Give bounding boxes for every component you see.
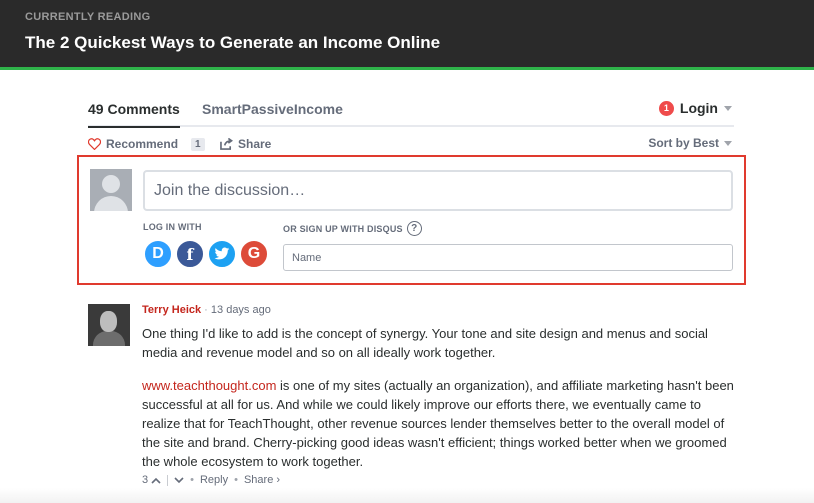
avatar [90, 169, 132, 211]
share-icon [220, 138, 233, 150]
share-label: Share [238, 137, 272, 151]
signup-label: OR SIGN UP WITH DISQUS [283, 223, 403, 234]
twitter-bird-glyph [214, 247, 230, 260]
reply-button[interactable]: Reply [200, 474, 228, 486]
recommend-button[interactable]: Recommend 1 [88, 137, 205, 151]
comment-meta: Terry Heick · 13 days ago [142, 304, 271, 316]
chevron-down-icon [174, 476, 184, 483]
avatar[interactable] [88, 304, 130, 346]
currently-reading-label: CURRENTLY READING [25, 11, 151, 23]
login-label: Login [679, 100, 718, 116]
name-field[interactable] [283, 244, 733, 271]
share-thread-button[interactable]: Share [220, 137, 271, 151]
social-login-buttons: D f G [143, 239, 269, 269]
comment-composer: LOG IN WITH D f G OR SIGN UP WITH DISQUS… [77, 155, 746, 285]
tab-community[interactable]: SmartPassiveIncome [202, 101, 343, 117]
comment-paragraph: One thing I'd like to add is the concept… [142, 326, 708, 360]
twitter-icon[interactable] [207, 239, 237, 269]
heart-icon [88, 138, 101, 150]
comment-time[interactable]: 13 days ago [211, 304, 271, 316]
article-title[interactable]: The 2 Quickest Ways to Generate an Incom… [25, 33, 440, 53]
tab-comments[interactable]: 49 Comments [88, 101, 180, 128]
scroll-fade [0, 488, 814, 503]
notification-badge: 1 [658, 100, 674, 116]
upvote-button[interactable]: 3 [142, 474, 161, 486]
discussion-input[interactable] [143, 170, 733, 211]
login-menu[interactable]: 1 Login [658, 100, 732, 116]
login-with-label: LOG IN WITH [143, 222, 202, 232]
recommend-label: Recommend [106, 137, 179, 151]
comment-link[interactable]: www.teachthought.com [142, 378, 276, 393]
recommend-count: 1 [191, 137, 205, 151]
chevron-down-icon [724, 105, 732, 111]
signup-row: OR SIGN UP WITH DISQUS ? [283, 221, 422, 236]
comment-paragraph: www.teachthought.com is one of my sites … [142, 376, 738, 471]
sort-label: Sort by Best [648, 136, 719, 150]
comment-body: Terry Heick · 13 days ago One thing I'd … [142, 304, 738, 486]
comment-author[interactable]: Terry Heick [142, 304, 201, 316]
google-icon[interactable]: G [239, 239, 269, 269]
downvote-button[interactable] [174, 476, 184, 484]
disqus-icon[interactable]: D [143, 239, 173, 269]
share-comment-button[interactable]: Share › [244, 474, 280, 486]
help-icon[interactable]: ? [406, 221, 422, 236]
comment-footer: 3 • Reply • Share › [142, 474, 281, 486]
disqus-tabs: 49 Comments SmartPassiveIncome 1 Login [88, 96, 734, 128]
facebook-icon[interactable]: f [175, 239, 205, 269]
chevron-down-icon [724, 140, 732, 146]
sort-dropdown[interactable]: Sort by Best [648, 136, 732, 150]
chevron-up-icon [151, 477, 161, 484]
vote-count: 3 [142, 474, 149, 486]
thread-actions: Recommend 1 Share Sort by Best [88, 136, 734, 154]
header-bar: CURRENTLY READING The 2 Quickest Ways to… [0, 0, 814, 70]
